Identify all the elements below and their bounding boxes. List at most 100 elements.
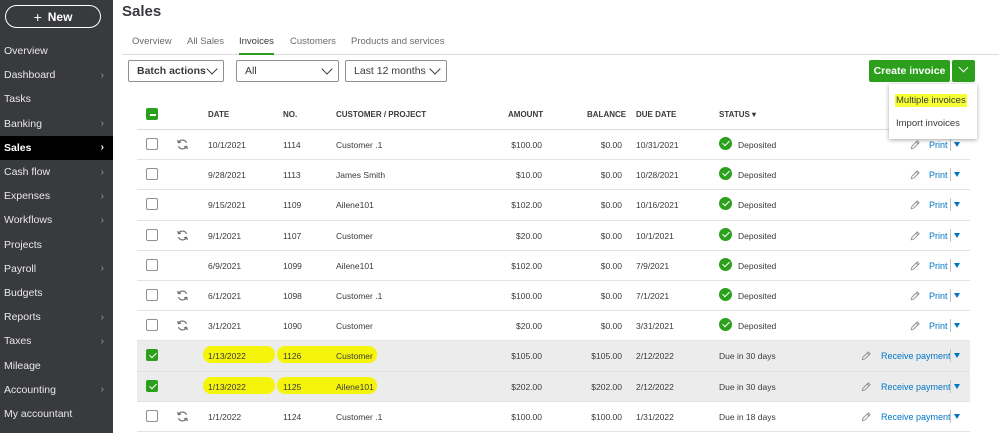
sidebar-item-my-accountant[interactable]: My accountant	[0, 402, 113, 426]
chevron-down-icon[interactable]	[954, 353, 960, 359]
sidebar-item-payroll[interactable]: Payroll ›	[0, 257, 113, 281]
cell-customer: Customer .1	[336, 411, 383, 422]
sidebar-item-reports[interactable]: Reports ›	[0, 305, 113, 329]
chevron-down-icon[interactable]	[954, 202, 960, 208]
tab-products-services[interactable]: Products and services	[351, 36, 444, 55]
menu-item-import-invoices[interactable]: Import invoices	[896, 118, 960, 129]
sidebar-item-taxes[interactable]: Taxes ›	[0, 329, 113, 353]
row-checkbox[interactable]	[146, 138, 158, 150]
sidebar-item-mileage[interactable]: Mileage	[0, 353, 113, 377]
chevron-down-icon[interactable]	[954, 172, 960, 178]
tab-overview[interactable]: Overview	[132, 36, 172, 55]
receive-payment-link[interactable]: Receive payment	[881, 351, 951, 361]
divider	[950, 168, 951, 182]
table-row[interactable]: 9/1/2021 1107 Customer $20.00 $0.00 10/1/2021…	[137, 221, 970, 251]
col-customer[interactable]: CUSTOMER / PROJECT	[336, 110, 426, 119]
table-row[interactable]: 6/9/2021 1099 Ailene101 $102.00 $0.00 7/9/202…	[137, 251, 970, 281]
chevron-right-icon: ›	[100, 335, 104, 347]
sidebar-item-accounting[interactable]: Accounting ›	[0, 378, 113, 402]
divider	[950, 289, 951, 302]
row-checkbox[interactable]	[146, 168, 158, 181]
pencil-icon[interactable]	[860, 349, 872, 361]
cell-amount: $105.00	[511, 351, 542, 362]
status-filter-dropdown[interactable]: All	[236, 60, 339, 82]
print-link[interactable]: Print	[929, 231, 948, 241]
table-row[interactable]: 1/1/2022 1124 Customer .1 $100.00 $100.00 1/3…	[137, 402, 970, 432]
col-due-date[interactable]: DUE DATE	[636, 110, 676, 119]
chevron-down-icon[interactable]	[954, 413, 960, 419]
chevron-down-icon[interactable]	[954, 142, 960, 147]
pencil-icon[interactable]	[860, 380, 872, 392]
tab-all-sales[interactable]: All Sales	[187, 36, 224, 55]
table-row[interactable]: 9/28/2021 1113 James Smith $10.00 $0.00 10/28…	[137, 160, 970, 191]
cell-due-date: 1/31/2022	[636, 411, 674, 422]
create-invoice-menu-button[interactable]	[952, 60, 975, 82]
cell-amount: $102.00	[511, 200, 542, 211]
cell-status: Deposited	[738, 200, 777, 211]
pencil-icon[interactable]	[909, 319, 921, 331]
row-checkbox[interactable]	[146, 198, 158, 211]
row-checkbox[interactable]	[146, 349, 158, 362]
sidebar-item-expenses[interactable]: Expenses ›	[0, 184, 113, 208]
tab-customers[interactable]: Customers	[290, 36, 336, 55]
print-link[interactable]: Print	[929, 140, 948, 150]
print-link[interactable]: Print	[929, 291, 948, 301]
col-date[interactable]: DATE	[208, 110, 229, 119]
print-link[interactable]: Print	[929, 261, 948, 271]
cell-balance: $0.00	[600, 170, 622, 181]
menu-item-multiple-invoices[interactable]: Multiple invoices	[895, 94, 967, 107]
create-invoice-button[interactable]: Create invoice	[869, 60, 950, 82]
chevron-down-icon[interactable]	[954, 232, 960, 238]
pencil-icon[interactable]	[909, 198, 921, 210]
chevron-down-icon[interactable]	[954, 383, 960, 389]
pencil-icon[interactable]	[860, 410, 872, 422]
table-row[interactable]: 3/1/2021 1090 Customer $20.00 $0.00 3/31/2021…	[137, 311, 970, 342]
table-row[interactable]: 10/1/2021 1114 Customer .1 $100.00 $0.00 10/3…	[137, 130, 970, 161]
row-checkbox[interactable]	[146, 379, 158, 392]
date-range-dropdown[interactable]: Last 12 months	[345, 60, 447, 82]
sidebar-item-label: Expenses	[4, 190, 51, 203]
table-row[interactable]: 6/1/2021 1098 Customer .1 $100.00 $0.00 7/1/2…	[137, 281, 970, 312]
pencil-icon[interactable]	[909, 229, 921, 241]
new-button[interactable]: + New	[5, 5, 101, 28]
pencil-icon[interactable]	[909, 289, 921, 301]
row-checkbox[interactable]	[146, 289, 158, 301]
divider	[950, 349, 951, 363]
row-checkbox[interactable]	[146, 319, 158, 332]
pencil-icon[interactable]	[909, 259, 921, 271]
col-status[interactable]: STATUS ▾	[719, 110, 756, 119]
cell-no: 1107	[283, 230, 302, 241]
table-row[interactable]: 1/13/2022 1125 Ailene101 $202.00 $202.00 2/12…	[137, 371, 970, 402]
print-link[interactable]: Print	[929, 200, 948, 210]
col-amount[interactable]: AMOUNT	[508, 110, 543, 119]
tab-invoices[interactable]: Invoices	[239, 36, 274, 55]
select-all-checkbox[interactable]	[146, 108, 158, 120]
sidebar-item-tasks[interactable]: Tasks	[0, 87, 113, 111]
row-checkbox[interactable]	[146, 228, 158, 241]
sidebar-item-projects[interactable]: Projects	[0, 233, 113, 257]
receive-payment-link[interactable]: Receive payment	[881, 412, 951, 422]
batch-actions-dropdown[interactable]: Batch actions	[128, 60, 224, 82]
pencil-icon[interactable]	[909, 138, 921, 150]
col-no[interactable]: NO.	[283, 110, 297, 119]
sidebar-item-budgets[interactable]: Budgets	[0, 281, 113, 305]
print-link[interactable]: Print	[929, 170, 948, 180]
col-balance[interactable]: BALANCE	[587, 110, 626, 119]
print-link[interactable]: Print	[929, 321, 948, 331]
table-row[interactable]: 9/15/2021 1109 Ailene101 $102.00 $0.00 10/16/…	[137, 190, 970, 221]
sidebar-item-sales[interactable]: Sales ›	[0, 135, 113, 160]
sidebar-item-overview[interactable]: Overview	[0, 39, 113, 63]
sidebar-item-workflows[interactable]: Workflows ›	[0, 208, 113, 232]
row-checkbox[interactable]	[146, 409, 158, 422]
sidebar-item-label: Workflows	[4, 214, 53, 227]
sidebar-item-dashboard[interactable]: Dashboard ›	[0, 63, 113, 87]
receive-payment-link[interactable]: Receive payment	[881, 382, 951, 392]
sidebar-item-banking[interactable]: Banking ›	[0, 112, 113, 136]
row-checkbox[interactable]	[146, 258, 158, 271]
chevron-down-icon[interactable]	[954, 323, 960, 329]
table-row[interactable]: 1/13/2022 1126 Customer $105.00 $105.00 2/12/…	[137, 341, 970, 372]
sidebar-item-cash-flow[interactable]: Cash flow ›	[0, 160, 113, 184]
chevron-down-icon[interactable]	[954, 293, 960, 298]
chevron-down-icon[interactable]	[954, 262, 960, 268]
pencil-icon[interactable]	[909, 168, 921, 180]
